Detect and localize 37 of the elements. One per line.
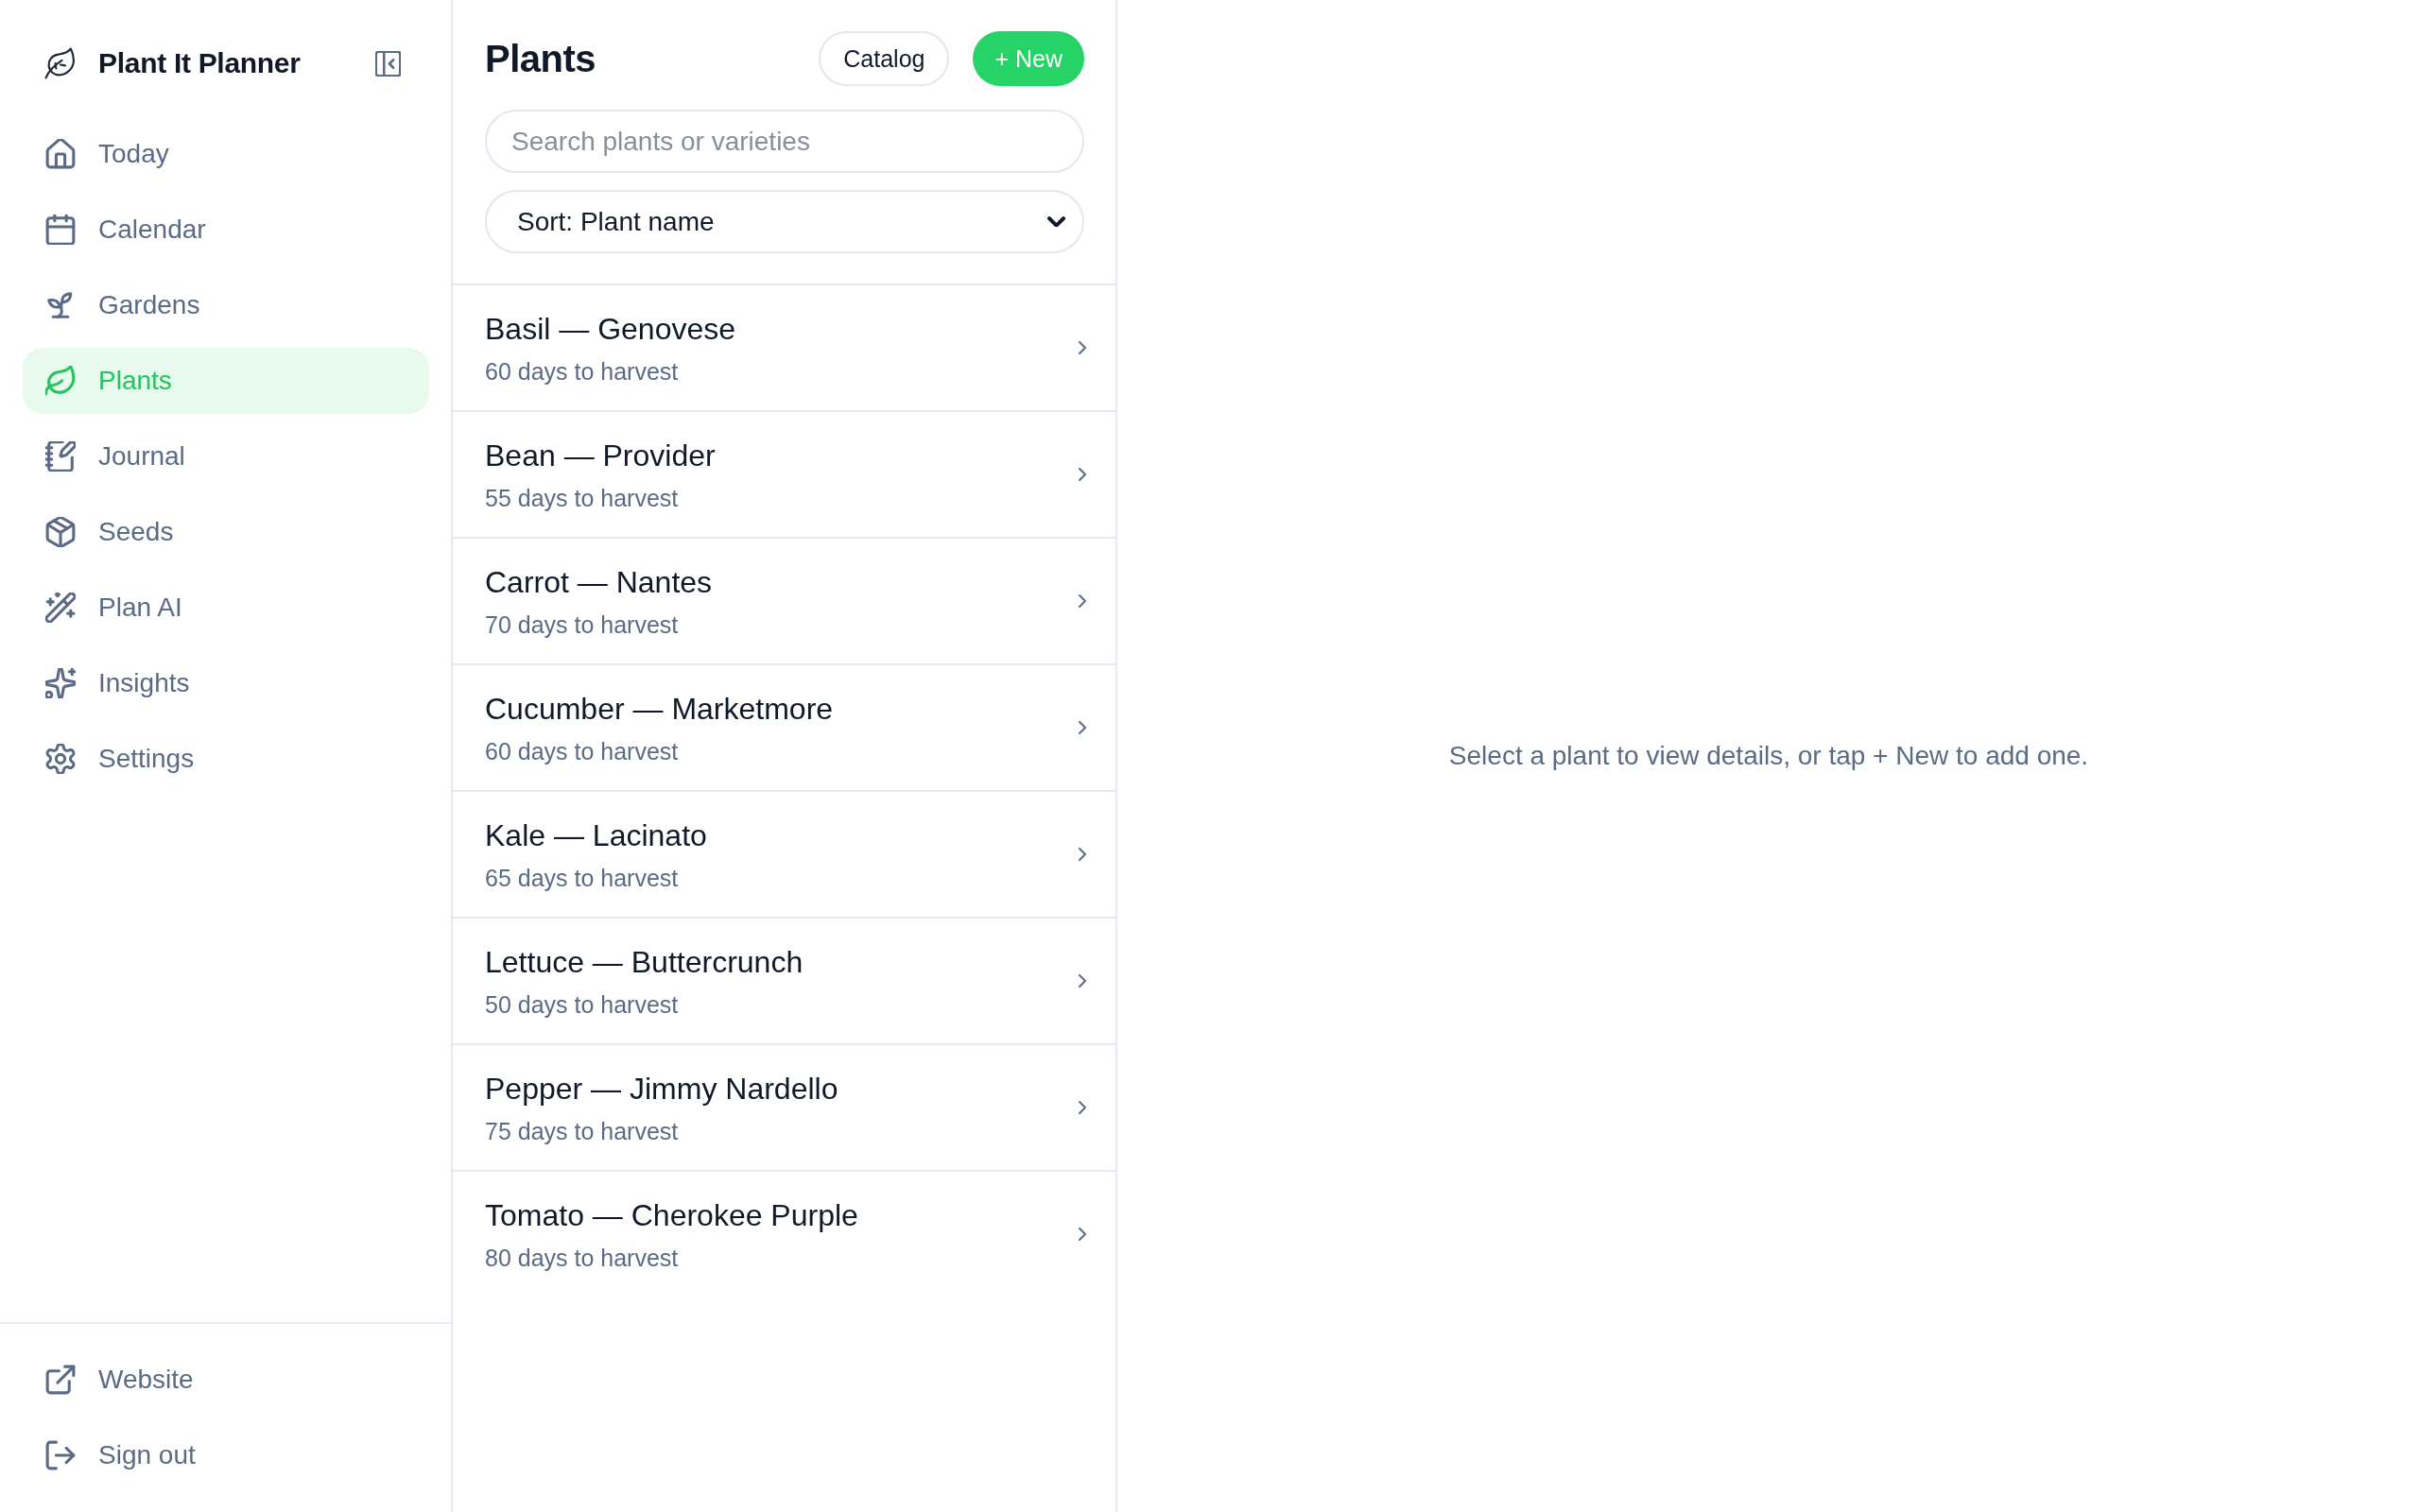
chevron-right-icon	[1079, 594, 1086, 608]
magic-wand-icon	[45, 593, 76, 623]
chevron-right-icon	[1079, 1228, 1086, 1241]
nav-item[interactable]: Journal	[23, 423, 429, 490]
sidebar-collapse-icon[interactable]	[375, 50, 401, 77]
app-title: Plant It Planner	[98, 47, 301, 79]
home-icon	[45, 139, 76, 169]
chevron-right-icon	[1079, 721, 1086, 734]
chevron-right-icon	[1079, 848, 1086, 861]
panel-title: Plants	[485, 37, 597, 80]
sort-dropdown[interactable]: Sort: Plant name	[485, 190, 1084, 253]
box-icon	[45, 517, 76, 547]
nav-item[interactable]: Gardens	[23, 272, 429, 338]
nav-item[interactable]: Settings	[23, 726, 429, 792]
settings-icon	[45, 744, 76, 774]
nav-item[interactable]: Insights	[23, 650, 429, 716]
notebook-pen-icon	[45, 441, 76, 472]
sign-out-icon	[45, 1440, 76, 1470]
calendar-icon	[45, 215, 76, 245]
empty-state-message: Select a plant to view details, or tap + New to add one.	[1448, 741, 2089, 771]
sparkles-icon	[45, 668, 76, 698]
chevron-right-icon	[1079, 1101, 1086, 1114]
sidebar-link[interactable]: Website	[23, 1347, 429, 1413]
sidebar-link[interactable]: Sign out	[23, 1422, 429, 1488]
nav-item[interactable]: Calendar	[23, 197, 429, 263]
nav-item[interactable]: Today	[23, 121, 429, 187]
nav-item[interactable]: Plan AI	[23, 575, 429, 641]
chevron-right-icon	[1079, 468, 1086, 481]
leaf-logo-icon	[44, 47, 77, 79]
chevron-down-icon	[1047, 216, 1065, 227]
chevron-right-icon	[1079, 974, 1086, 988]
search-field[interactable]: Search plants or varieties	[485, 110, 1084, 173]
chevron-right-icon	[1079, 341, 1086, 354]
external-link-icon	[45, 1365, 76, 1395]
nav-item[interactable]: Seeds	[23, 499, 429, 565]
catalog-button[interactable]: Catalog	[819, 31, 950, 86]
leaf-icon	[45, 366, 76, 396]
